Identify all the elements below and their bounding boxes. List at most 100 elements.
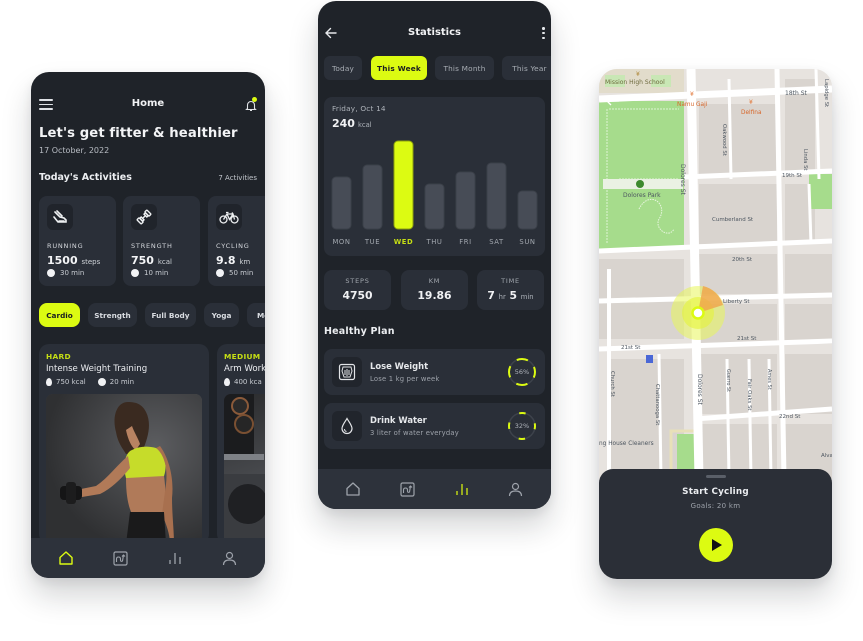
activities-carousel[interactable]: RUNNING 1500 steps 30 min STRENGTH 750 k… bbox=[39, 196, 265, 286]
activity-name: RUNNING bbox=[47, 242, 84, 250]
city-map[interactable]: ¥ ¥ ¥ Mission High School Namu Gaji Delf… bbox=[599, 69, 832, 479]
svg-text:ng House Cleaners: ng House Cleaners bbox=[599, 441, 654, 447]
category-filter: Cardio Strength Full Body Yoga Me bbox=[39, 303, 265, 327]
tick-label-mon: MON bbox=[332, 238, 350, 246]
tab-activity[interactable] bbox=[395, 477, 419, 501]
activity-value: 750 kcal bbox=[131, 254, 172, 267]
svg-text:21st St: 21st St bbox=[621, 345, 641, 351]
bar-mon[interactable] bbox=[331, 176, 352, 230]
svg-text:Alvar: Alvar bbox=[821, 453, 832, 459]
workout-title: Arm Work bbox=[224, 364, 265, 374]
svg-text:Oakwood St: Oakwood St bbox=[721, 124, 727, 156]
svg-text:Dolores Park: Dolores Park bbox=[623, 192, 661, 199]
period-this-year[interactable]: This Year bbox=[502, 56, 551, 80]
bell-icon[interactable] bbox=[245, 97, 257, 112]
more-vertical-icon[interactable] bbox=[542, 27, 545, 39]
activity-duration: 30 min bbox=[47, 269, 84, 277]
svg-text:19th St: 19th St bbox=[782, 173, 803, 179]
period-this-week[interactable]: This Week bbox=[371, 56, 427, 80]
bottom-tab-bar bbox=[318, 469, 551, 509]
plan-subtitle: 3 liter of water everyday bbox=[370, 429, 460, 437]
activities-count-link[interactable]: 7 Activities bbox=[218, 174, 257, 182]
sheet-drag-handle[interactable] bbox=[705, 475, 726, 478]
tick-label-wed: WED bbox=[394, 238, 414, 246]
svg-text:Guerro St: Guerro St bbox=[725, 369, 731, 392]
bottom-tab-bar bbox=[31, 538, 265, 578]
progress-label: 56% bbox=[514, 368, 530, 376]
activity-name: CYCLING bbox=[216, 242, 250, 250]
svg-text:¥: ¥ bbox=[749, 99, 753, 106]
progress-label: 32% bbox=[514, 422, 530, 430]
running-shoe-icon bbox=[47, 204, 73, 230]
clock-icon bbox=[47, 269, 55, 277]
sheet-goal: Goals: 20 km bbox=[690, 502, 741, 510]
workout-title: Intense Weight Training bbox=[46, 364, 148, 374]
activity-card-strength[interactable]: STRENGTH 750 kcal 10 min bbox=[123, 196, 200, 286]
plan-drink-water[interactable]: Drink Water 3 liter of water everyday 32… bbox=[324, 403, 545, 449]
metric-steps: STEPS 4750 bbox=[324, 270, 391, 310]
period-this-month[interactable]: This Month bbox=[435, 56, 494, 80]
flame-icon bbox=[46, 378, 52, 386]
chip-cardio[interactable]: Cardio bbox=[39, 303, 80, 327]
tab-activity[interactable] bbox=[109, 546, 133, 570]
greeting-heading: Let's get fitter & healthier bbox=[39, 126, 238, 141]
notification-dot bbox=[252, 97, 257, 102]
healthy-plan-title: Healthy Plan bbox=[324, 326, 395, 337]
bar-sat[interactable] bbox=[486, 162, 507, 230]
activity-chart-icon bbox=[400, 481, 415, 497]
bicycle-icon bbox=[216, 204, 242, 230]
activities-section-title: Today's Activities bbox=[39, 172, 132, 183]
chip-yoga[interactable]: Yoga bbox=[204, 303, 239, 327]
bar-tue[interactable] bbox=[362, 164, 383, 230]
workout-photo bbox=[224, 394, 265, 544]
tab-profile[interactable] bbox=[218, 546, 242, 570]
chip-strength[interactable]: Strength bbox=[88, 303, 137, 327]
svg-text:22nd St: 22nd St bbox=[779, 414, 801, 420]
tab-statistics[interactable] bbox=[163, 546, 187, 570]
bar-thu[interactable] bbox=[424, 183, 445, 230]
weight-scale-icon bbox=[332, 357, 362, 387]
svg-text:Delfina: Delfina bbox=[741, 110, 762, 116]
tick-label-thu: THU bbox=[425, 238, 442, 246]
tab-home[interactable] bbox=[341, 477, 365, 501]
chip-full-body[interactable]: Full Body bbox=[145, 303, 196, 327]
plan-subtitle: Lose 1 kg per week bbox=[370, 375, 440, 383]
bar-chart-icon bbox=[455, 484, 468, 495]
activity-value: 9.8 km bbox=[216, 254, 251, 267]
activity-card-running[interactable]: RUNNING 1500 steps 30 min bbox=[39, 196, 116, 286]
plan-lose-weight[interactable]: Lose Weight Lose 1 kg per week 56% bbox=[324, 349, 545, 395]
weekly-chart-card: MON TUE WED THU FRI SAT SUN Friday, Oct 14 240… bbox=[324, 97, 545, 256]
activity-name: STRENGTH bbox=[131, 242, 173, 250]
dumbbell-icon bbox=[131, 204, 157, 230]
svg-text:Namu Gaji: Namu Gaji bbox=[677, 102, 708, 108]
bar-wed[interactable] bbox=[393, 140, 414, 230]
svg-text:Chattanooga St: Chattanooga St bbox=[654, 384, 660, 425]
activity-chart-icon bbox=[113, 550, 128, 566]
activity-card-cycling[interactable]: CYCLING 9.8 km 50 min bbox=[208, 196, 265, 286]
metric-km: KM 19.86 bbox=[401, 270, 468, 310]
workout-card[interactable]: MEDIUM Arm Work 400 kca bbox=[217, 344, 265, 544]
workout-card[interactable]: HARD Intense Weight Training 750 kcal 20… bbox=[39, 344, 209, 544]
sheet-title: Start Cycling bbox=[682, 487, 749, 497]
svg-text:¥: ¥ bbox=[690, 91, 694, 98]
chip-more[interactable]: Me bbox=[247, 303, 265, 327]
period-today[interactable]: Today bbox=[324, 56, 362, 80]
home-screen: Home Let's get fitter & healthier 17 Oct… bbox=[31, 72, 265, 578]
svg-text:¥: ¥ bbox=[636, 71, 640, 78]
flame-icon bbox=[224, 378, 230, 386]
workout-meta: 750 kcal 20 min bbox=[46, 378, 134, 386]
tick-label-tue: TUE bbox=[364, 238, 380, 246]
svg-text:Church St: Church St bbox=[609, 371, 615, 397]
tab-statistics[interactable] bbox=[450, 477, 474, 501]
activity-duration: 10 min bbox=[131, 269, 168, 277]
clock-icon bbox=[131, 269, 139, 277]
tick-label-sat: SAT bbox=[489, 238, 504, 246]
bar-sun[interactable] bbox=[517, 190, 538, 230]
svg-text:Ames St: Ames St bbox=[766, 369, 772, 390]
start-button[interactable] bbox=[698, 528, 733, 562]
activity-duration: 50 min bbox=[216, 269, 253, 277]
tab-home[interactable] bbox=[54, 546, 78, 570]
tab-profile[interactable] bbox=[504, 477, 528, 501]
bar-fri[interactable] bbox=[455, 171, 476, 230]
bar-chart-icon bbox=[169, 553, 181, 564]
